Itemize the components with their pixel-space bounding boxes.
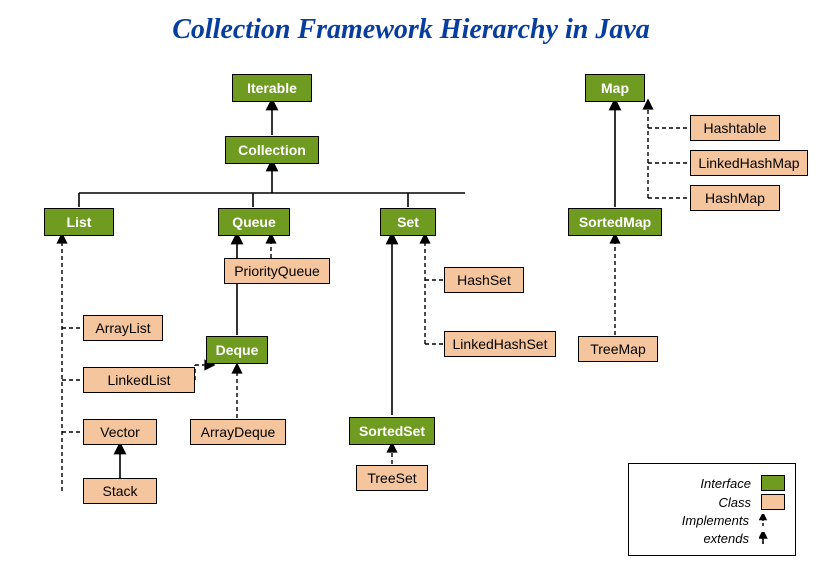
node-priorityqueue: PriorityQueue [224, 258, 330, 284]
node-linkedhashmap: LinkedHashMap [690, 150, 808, 176]
node-treemap: TreeMap [578, 336, 658, 362]
class-swatch-icon [761, 494, 785, 510]
diagram-title: Collection Framework Hierarchy in Java [0, 14, 822, 46]
node-set: Set [380, 208, 436, 236]
legend-interface-label: Interface [639, 476, 751, 491]
legend-class: Class [639, 494, 785, 510]
legend: Interface Class Implements extends [628, 463, 796, 556]
legend-class-label: Class [639, 495, 751, 510]
node-sortedset: SortedSet [349, 417, 435, 445]
legend-extends-label: extends [639, 531, 749, 546]
node-deque: Deque [206, 336, 268, 364]
node-treeset: TreeSet [356, 465, 428, 491]
node-linkedhashset: LinkedHashSet [444, 331, 556, 357]
node-linkedlist: LinkedList [83, 367, 195, 393]
interface-swatch-icon [761, 475, 785, 491]
node-queue: Queue [218, 208, 290, 236]
node-hashmap: HashMap [690, 185, 780, 211]
implements-line-icon [759, 514, 785, 528]
node-map: Map [585, 74, 645, 102]
node-vector: Vector [83, 419, 157, 445]
legend-extends: extends [639, 531, 785, 546]
legend-implements-label: Implements [639, 513, 749, 528]
node-iterable: Iterable [232, 74, 312, 102]
legend-implements: Implements [639, 513, 785, 528]
node-stack: Stack [83, 478, 157, 504]
node-hashtable: Hashtable [690, 115, 780, 141]
extends-line-icon [759, 532, 785, 546]
node-list: List [44, 208, 114, 236]
legend-interface: Interface [639, 475, 785, 491]
node-sortedmap: SortedMap [568, 208, 662, 236]
node-hashset: HashSet [444, 267, 524, 293]
node-arraylist: ArrayList [83, 315, 163, 341]
node-collection: Collection [225, 136, 319, 164]
diagram-canvas: Collection Framework Hierarchy in Java [0, 0, 822, 576]
node-arraydeque: ArrayDeque [190, 419, 286, 445]
